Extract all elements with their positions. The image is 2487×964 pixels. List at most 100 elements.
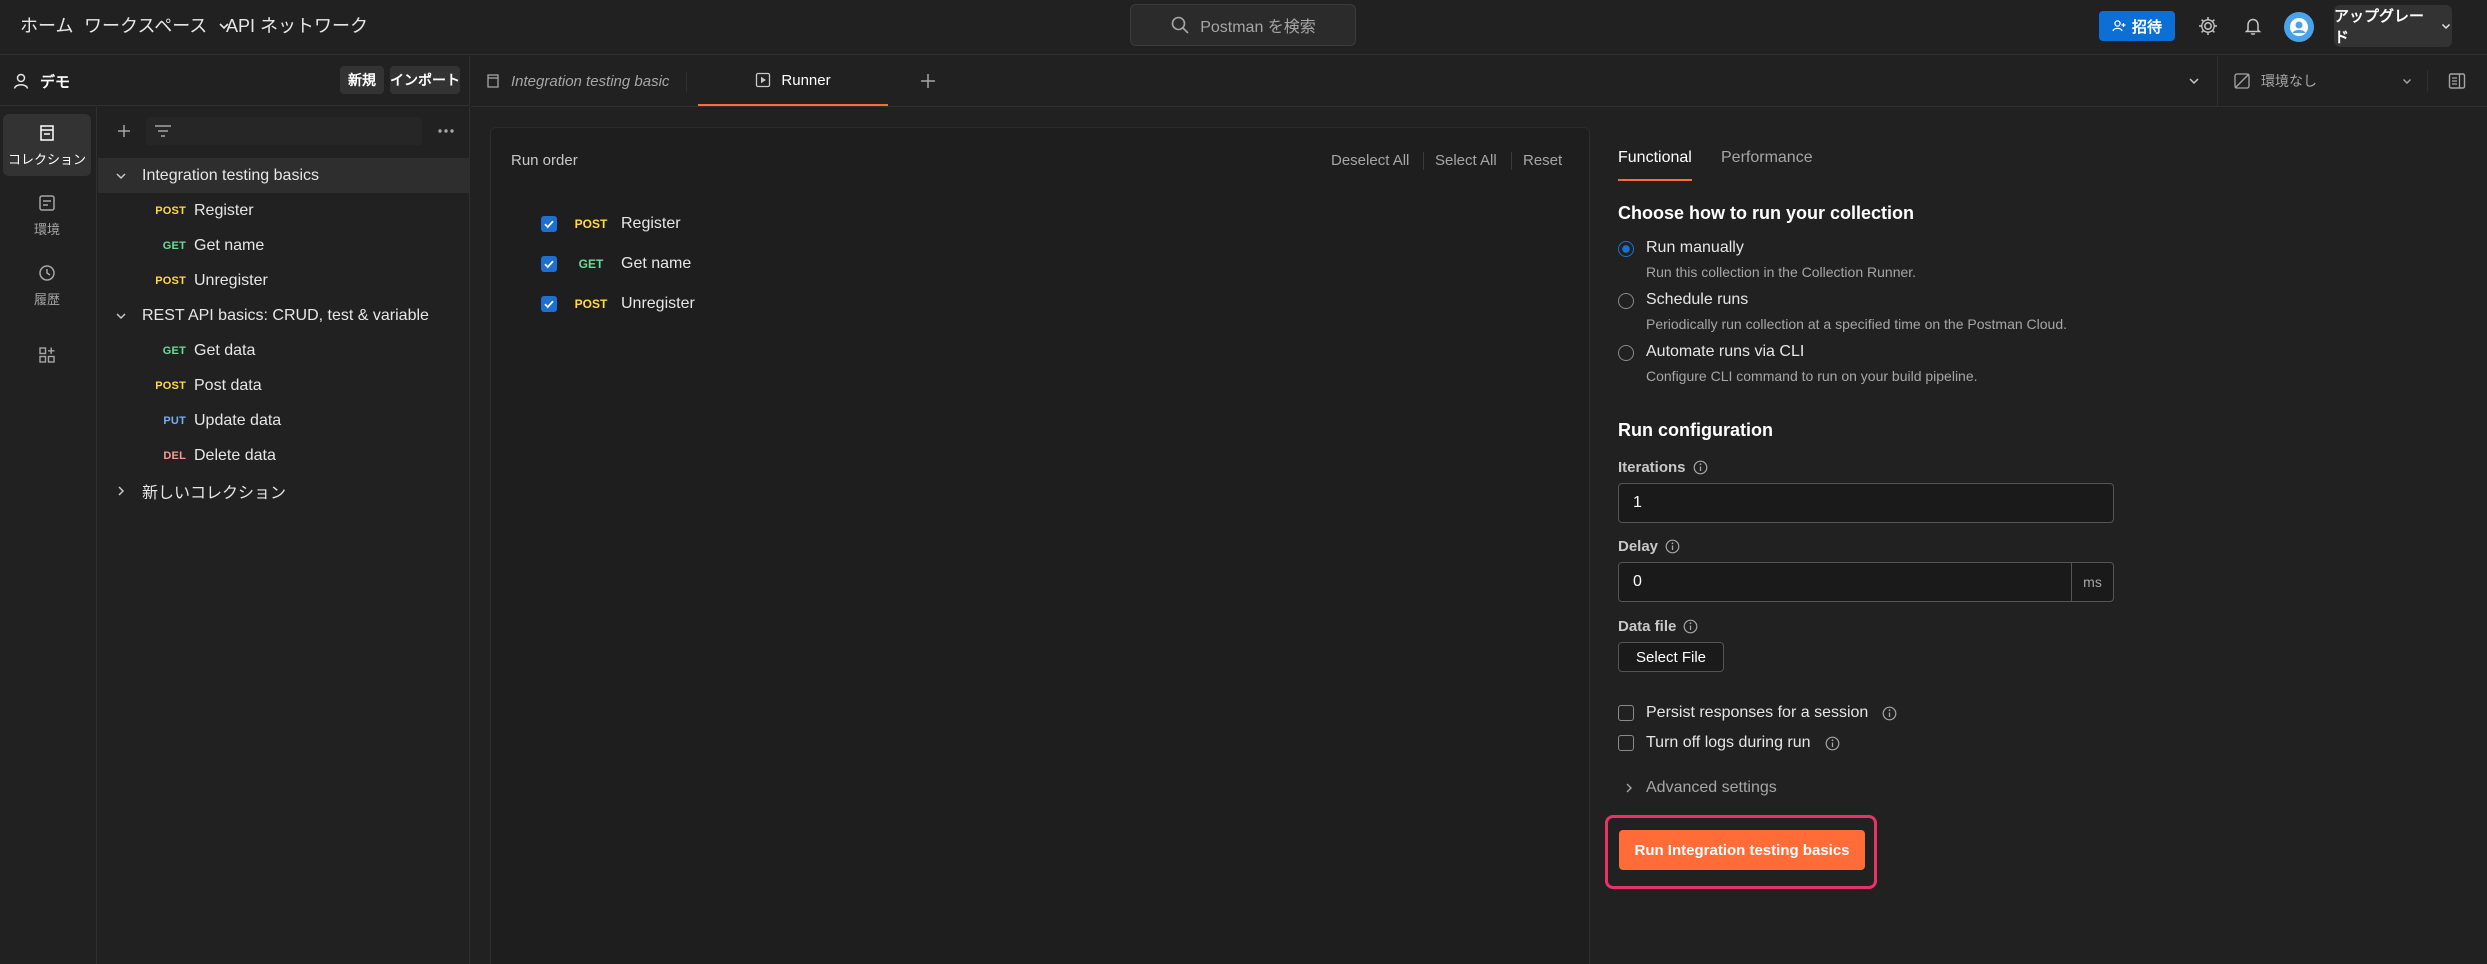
schedule-runs-label[interactable]: Schedule runs — [1646, 291, 1748, 309]
info-icon[interactable] — [1693, 460, 1708, 475]
request-row[interactable]: DEL Delete data — [98, 438, 470, 473]
turn-off-logs-checkbox[interactable] — [1618, 735, 1634, 751]
tab-runner[interactable]: Runner — [698, 56, 888, 106]
request-row[interactable]: GET Get name — [98, 228, 470, 263]
persist-responses-checkbox[interactable] — [1618, 705, 1634, 721]
request-row[interactable]: GET Get data — [98, 333, 470, 368]
nav-home-link[interactable]: ホーム — [20, 0, 73, 52]
item-checkbox[interactable] — [541, 296, 557, 312]
deselect-all-button[interactable]: Deselect All — [1331, 152, 1409, 169]
sidebar-icon-rail: コレクション 環境 履歴 — [0, 107, 97, 964]
info-icon[interactable] — [1882, 706, 1897, 721]
sidebar-item-collections[interactable]: コレクション — [3, 114, 91, 176]
run-manually-radio[interactable] — [1618, 241, 1634, 257]
run-manually-label[interactable]: Run manually — [1646, 239, 1744, 257]
info-icon[interactable] — [1825, 736, 1840, 751]
method-badge: POST — [155, 274, 186, 287]
more-options-icon[interactable] — [434, 119, 458, 143]
method-badge: GET — [162, 344, 186, 357]
workspace-header: デモ 新規 インポート — [0, 56, 470, 106]
top-nav: ホーム ワークスペース API ネットワーク Postman を検索 招待 アッ… — [0, 0, 2487, 55]
new-button[interactable]: 新規 — [340, 66, 384, 94]
history-icon — [37, 263, 57, 283]
run-order-item[interactable]: POST Register — [541, 211, 681, 237]
invite-button[interactable]: 招待 — [2099, 11, 2175, 41]
invite-label: 招待 — [2131, 18, 2162, 36]
divider — [2217, 56, 2218, 106]
schedule-runs-radio[interactable] — [1618, 293, 1634, 309]
run-collection-button[interactable]: Run Integration testing basics — [1619, 830, 1865, 870]
sidebar-item-environments[interactable]: 環境 — [3, 184, 91, 246]
persist-responses-option[interactable]: Persist responses for a session — [1618, 702, 1897, 724]
chevron-down-icon[interactable] — [114, 169, 128, 183]
request-row[interactable]: POST Register — [98, 193, 470, 228]
section-heading: Run configuration — [1618, 420, 1773, 440]
plus-icon[interactable] — [112, 119, 136, 143]
nav-api-network-link[interactable]: API ネットワーク — [226, 0, 368, 52]
method-badge: GET — [578, 257, 604, 271]
delay-field[interactable]: 0 ms — [1618, 562, 2114, 602]
item-checkbox[interactable] — [541, 256, 557, 272]
sidebar-item-add-widgets[interactable] — [3, 324, 91, 386]
nav-workspaces-menu[interactable]: ワークスペース — [84, 0, 231, 52]
search-icon — [1170, 15, 1190, 35]
collection-name: Integration testing basics — [142, 166, 319, 184]
request-name: Get data — [194, 341, 256, 359]
bell-icon[interactable] — [2240, 13, 2266, 39]
sidebar-item-history[interactable]: 履歴 — [3, 254, 91, 316]
method-badge: POST — [574, 217, 608, 231]
request-row[interactable]: POST Unregister — [98, 263, 470, 298]
automate-cli-desc: Configure CLI command to run on your bui… — [1646, 368, 1978, 384]
environment-select[interactable]: 環境なし — [2233, 64, 2413, 98]
tree-toolbar — [98, 107, 470, 153]
tabs-bar: Integration testing basic Runner 環境なし — [471, 56, 2487, 107]
workspace-name[interactable]: デモ — [12, 56, 70, 106]
run-order-item[interactable]: POST Unregister — [541, 291, 695, 317]
run-order-item[interactable]: GET Get name — [541, 251, 691, 277]
upgrade-button[interactable]: アップグレード — [2334, 5, 2452, 47]
collection-row[interactable]: 新しいコレクション — [98, 473, 470, 508]
chevron-down-icon[interactable] — [114, 309, 128, 323]
chevron-right-icon[interactable] — [114, 484, 128, 498]
delay-value: 0 — [1633, 573, 1642, 590]
collection-row[interactable]: REST API basics: CRUD, test & variable — [98, 298, 470, 333]
request-row[interactable]: POST Post data — [98, 368, 470, 403]
select-file-button[interactable]: Select File — [1618, 642, 1724, 672]
import-button[interactable]: インポート — [390, 66, 460, 94]
run-order-title: Run order — [511, 152, 578, 169]
tab-integration-testing[interactable]: Integration testing basic — [485, 56, 669, 106]
automate-cli-label[interactable]: Automate runs via CLI — [1646, 343, 1804, 361]
advanced-settings-toggle[interactable]: Advanced settings — [1624, 779, 1777, 797]
chevron-down-icon[interactable] — [2181, 68, 2207, 94]
item-checkbox[interactable] — [541, 216, 557, 232]
play-icon — [755, 72, 771, 88]
method-badge: PUT — [163, 414, 186, 427]
search-input[interactable]: Postman を検索 — [1130, 4, 1356, 46]
select-all-button[interactable]: Select All — [1435, 152, 1497, 169]
tab-label: Integration testing basic — [511, 72, 670, 90]
tab-functional[interactable]: Functional — [1618, 149, 1692, 181]
info-icon[interactable] — [1665, 539, 1680, 554]
iterations-field[interactable]: 1 — [1618, 483, 2114, 523]
workspace-name-label: デモ — [40, 73, 71, 91]
field-label-text: Data file — [1618, 618, 1677, 635]
reset-button[interactable]: Reset — [1523, 152, 1562, 169]
filter-input[interactable] — [146, 117, 422, 145]
tab-performance[interactable]: Performance — [1721, 149, 1813, 167]
right-sidebar-icon[interactable] — [2445, 69, 2469, 93]
info-icon[interactable] — [1683, 619, 1698, 634]
environment-icon — [37, 193, 57, 213]
turn-off-logs-option[interactable]: Turn off logs during run — [1618, 732, 1840, 754]
automate-cli-radio[interactable] — [1618, 345, 1634, 361]
gear-icon[interactable] — [2195, 13, 2221, 39]
plus-icon[interactable] — [915, 56, 941, 106]
runner-config-panel: Functional Performance Choose how to run… — [1605, 127, 2487, 964]
request-row[interactable]: PUT Update data — [98, 403, 470, 438]
sidebar-item-label: 履歴 — [33, 291, 60, 307]
collection-row[interactable]: Integration testing basics — [98, 158, 470, 193]
request-name: Update data — [194, 411, 282, 429]
collection-tree-panel: Integration testing basics POST Register… — [98, 107, 470, 964]
avatar[interactable] — [2284, 12, 2314, 42]
method-badge: GET — [162, 239, 186, 252]
request-name: Delete data — [194, 446, 276, 464]
